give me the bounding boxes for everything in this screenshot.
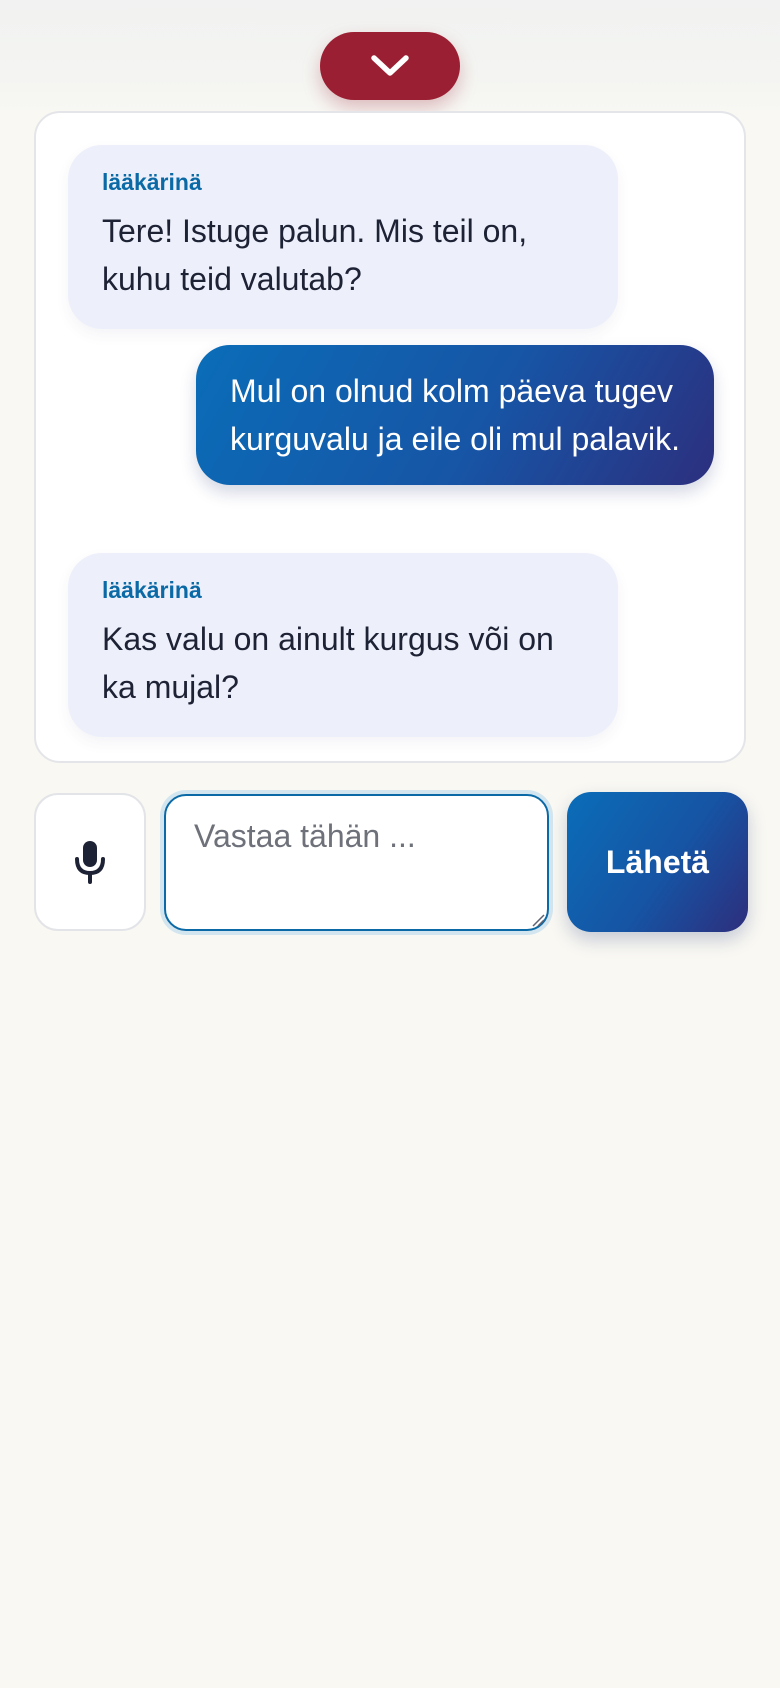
doctor-message: lääkärinä Tere! Istuge palun. Mis teil o… — [68, 145, 618, 329]
reply-field-wrapper — [160, 790, 553, 935]
message-text: Tere! Istuge palun. Mis teil on, kuhu te… — [102, 213, 528, 297]
message-sender: lääkärinä — [102, 169, 202, 195]
voice-input-button[interactable] — [34, 793, 146, 931]
patient-message: Mul on olnud kolm päeva tugev kurguvalu … — [196, 345, 714, 485]
message-text: Kas valu on ainult kurgus või on ka muja… — [102, 621, 554, 705]
message-text: Mul on olnud kolm päeva tugev kurguvalu … — [230, 373, 680, 457]
resize-handle-icon[interactable] — [531, 913, 545, 927]
send-button[interactable]: Lähetä — [567, 792, 748, 932]
reply-input[interactable] — [164, 794, 549, 931]
chat-log: lääkärinä Tere! Istuge palun. Mis teil o… — [34, 111, 746, 763]
chevron-down-icon — [371, 55, 409, 76]
doctor-message: lääkärinä Kas valu on ainult kurgus või … — [68, 553, 618, 737]
microphone-icon — [75, 841, 105, 884]
collapse-chat-button[interactable] — [320, 32, 460, 100]
message-sender: lääkärinä — [102, 577, 202, 603]
